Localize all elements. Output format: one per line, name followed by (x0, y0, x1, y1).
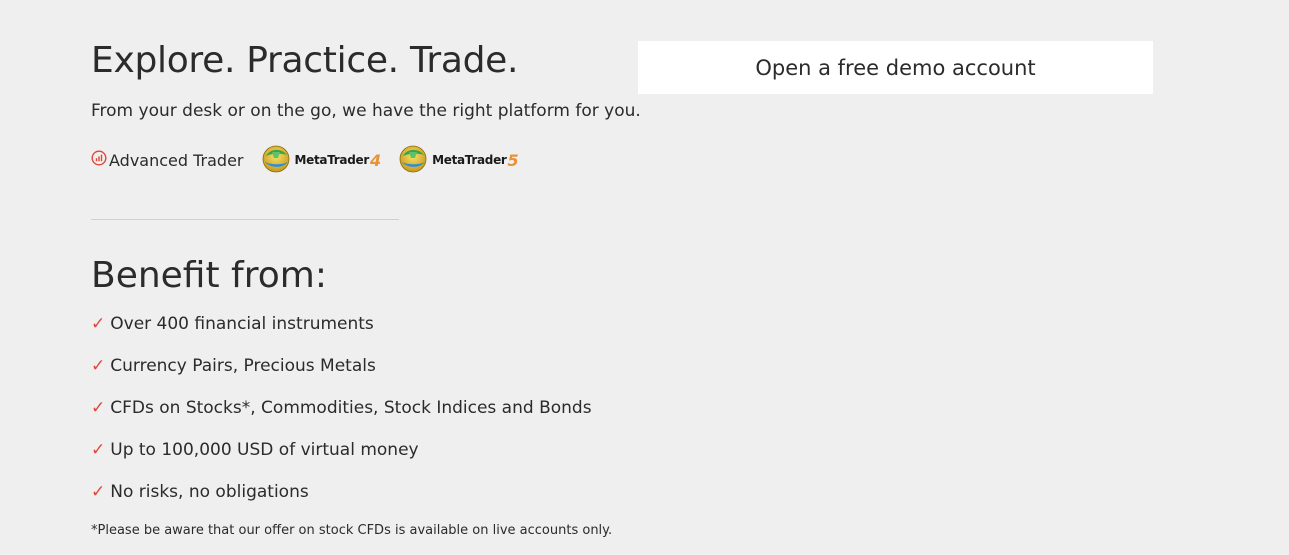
check-icon: ✓ (91, 482, 106, 502)
benefit-text: Up to 100,000 USD of virtual money (110, 440, 419, 460)
check-icon: ✓ (91, 314, 106, 334)
benefit-text: CFDs on Stocks*, Commodities, Stock Indi… (110, 398, 592, 418)
metatrader-icon (397, 142, 429, 178)
advanced-trader-icon (91, 150, 107, 170)
platform-list: Advanced Trader MetaTrader 4 MetaTrader … (91, 144, 535, 176)
benefit-text: No risks, no obligations (110, 482, 309, 502)
platform-advanced-trader[interactable]: Advanced Trader (91, 150, 244, 170)
page-subline: From your desk or on the go, we have the… (91, 101, 641, 121)
benefit-text: Over 400 financial instruments (110, 314, 374, 334)
demo-account-panel: Open a free demo account (638, 41, 1153, 94)
list-item: ✓ Up to 100,000 USD of virtual money (91, 440, 592, 482)
list-item: ✓ Currency Pairs, Precious Metals (91, 356, 592, 398)
platform-label: MetaTrader (432, 153, 507, 167)
benefits-list: ✓ Over 400 financial instruments ✓ Curre… (91, 314, 592, 524)
platform-metatrader-5[interactable]: MetaTrader 5 (397, 142, 519, 178)
metatrader-icon (260, 142, 292, 178)
list-item: ✓ CFDs on Stocks*, Commodities, Stock In… (91, 398, 592, 440)
demo-account-title: Open a free demo account (755, 55, 1036, 80)
platform-metatrader-4[interactable]: MetaTrader 4 (260, 142, 382, 178)
disclaimer-note: *Please be aware that our offer on stock… (91, 523, 613, 538)
platform-label: Advanced Trader (109, 150, 244, 170)
list-item: ✓ No risks, no obligations (91, 482, 592, 524)
check-icon: ✓ (91, 440, 106, 460)
check-icon: ✓ (91, 398, 106, 418)
platform-label: MetaTrader (294, 153, 370, 167)
list-item: ✓ Over 400 financial instruments (91, 314, 592, 356)
benefit-text: Currency Pairs, Precious Metals (110, 356, 376, 376)
section-divider (91, 219, 399, 220)
platform-version: 5 (507, 150, 519, 170)
page-headline: Explore. Practice. Trade. (91, 40, 519, 81)
check-icon: ✓ (91, 356, 106, 376)
platform-version: 4 (369, 150, 382, 170)
benefits-title: Benefit from: (91, 255, 327, 296)
